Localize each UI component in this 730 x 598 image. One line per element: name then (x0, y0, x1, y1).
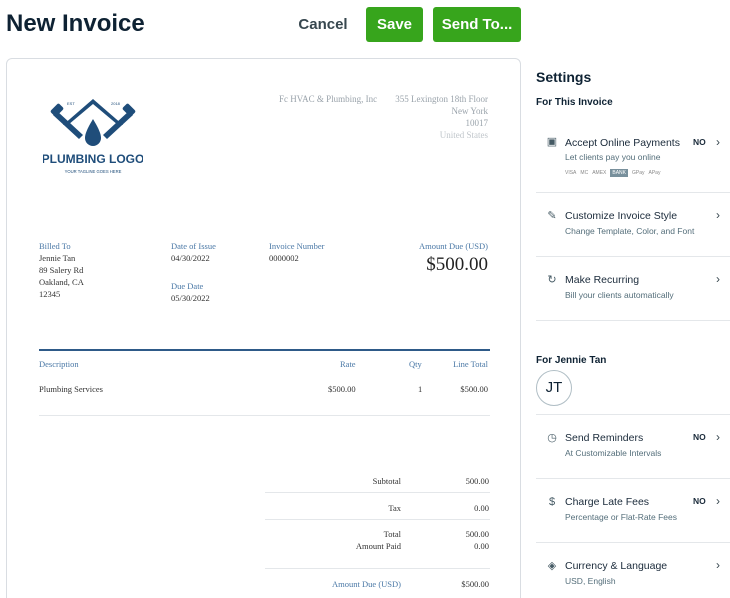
reminders-name: Send Reminders (565, 432, 644, 444)
late-fees-name: Charge Late Fees (565, 496, 650, 508)
late-fees-status: NO (693, 496, 706, 506)
payment-icons: VISA MC AMEX BANK GPay APay (565, 168, 660, 178)
invoice-preview: EST 2018 PLUMBING LOGO YOUR TAGLINE GOES… (6, 58, 521, 598)
total-label: Total (383, 529, 401, 539)
logo-est: EST (67, 101, 75, 106)
final-amount-due-label: Amount Due (USD) (332, 579, 401, 589)
chevron-right-icon: › (716, 208, 720, 222)
cancel-button[interactable]: Cancel (293, 11, 353, 37)
recurring-desc: Bill your clients automatically (565, 290, 674, 300)
subtotal-value: 500.00 (465, 476, 489, 486)
chevron-right-icon: › (716, 135, 720, 149)
date-of-issue-value: 04/30/2022 (171, 253, 210, 263)
currency-name: Currency & Language (565, 560, 668, 572)
avatar[interactable]: JT (536, 370, 572, 406)
style-desc: Change Template, Color, and Font (565, 226, 695, 236)
settings-panel: Settings For This Invoice ▣ Accept Onlin… (536, 0, 730, 598)
currency-desc: USD, English (565, 576, 616, 586)
due-date-value: 05/30/2022 (171, 293, 210, 303)
totals-divider (265, 519, 490, 520)
col-line-total: Line Total (453, 359, 488, 369)
amount-paid-label: Amount Paid (355, 541, 401, 551)
make-recurring-item[interactable]: ↻ Make Recurring Bill your clients autom… (536, 257, 730, 321)
col-description: Description (39, 359, 79, 369)
late-fees-desc: Percentage or Flat-Rate Fees (565, 512, 677, 522)
billed-line: 89 Salery Rd (39, 265, 84, 275)
refresh-icon: ↻ (547, 274, 557, 286)
brush-icon: ✎ (547, 210, 557, 222)
billed-line: Jennie Tan (39, 253, 76, 263)
for-client-label: For Jennie Tan (536, 355, 607, 366)
amex-icon: AMEX (592, 170, 607, 176)
dollar-badge-icon: $ (548, 496, 556, 508)
amount-paid-value: 0.00 (474, 541, 489, 551)
mastercard-icon: MC (580, 170, 589, 176)
row-divider (39, 415, 490, 416)
totals-divider (265, 568, 490, 569)
settings-title: Settings (536, 69, 592, 85)
invoice-number-value: 0000002 (269, 253, 299, 263)
invoice-number-label: Invoice Number (269, 241, 325, 251)
address-line: 355 Lexington 18th Floor (395, 94, 488, 104)
billed-line: Oakland, CA (39, 277, 84, 287)
charge-late-fees-item[interactable]: $ Charge Late Fees Percentage or Flat-Ra… (536, 479, 730, 543)
currency-language-item[interactable]: ◈ Currency & Language USD, English › (536, 543, 730, 598)
chevron-right-icon: › (716, 494, 720, 508)
subtotal-label: Subtotal (372, 476, 401, 486)
billed-line: 12345 (39, 289, 61, 299)
for-this-invoice-label: For This Invoice (536, 97, 613, 108)
alarm-clock-icon: ◷ (547, 432, 557, 444)
row-qty[interactable]: 1 (418, 384, 422, 394)
send-to-button[interactable]: Send To... (433, 7, 521, 42)
recurring-name: Make Recurring (565, 274, 640, 286)
due-date-label: Due Date (171, 281, 204, 291)
bank-icon: BANK (610, 169, 628, 177)
reminders-status: NO (693, 432, 706, 442)
logo-year: 2018 (111, 101, 121, 106)
applepay-icon: APay (648, 170, 661, 176)
send-reminders-item[interactable]: ◷ Send Reminders At Customizable Interva… (536, 415, 730, 479)
page-title: New Invoice (6, 10, 145, 37)
row-description[interactable]: Plumbing Services (39, 384, 103, 394)
credit-card-icon: ▣ (546, 136, 558, 148)
style-name: Customize Invoice Style (565, 210, 678, 222)
reminders-desc: At Customizable Intervals (565, 448, 662, 458)
tax-label[interactable]: Tax (281, 503, 401, 513)
col-rate: Rate (340, 359, 356, 369)
gpay-icon: GPay (631, 170, 645, 176)
address-country: United States (439, 130, 488, 140)
amount-due-value: $500.00 (426, 254, 488, 275)
billed-to-label: Billed To (39, 241, 71, 251)
address-line: 10017 (465, 118, 489, 128)
logo-text: PLUMBING LOGO (43, 152, 143, 166)
online-payments-name: Accept Online Payments (565, 137, 680, 149)
visa-icon: VISA (565, 170, 577, 176)
business-address: 355 Lexington 18th Floor New York 10017 … (395, 93, 488, 141)
save-button[interactable]: Save (366, 7, 423, 42)
table-divider (39, 349, 490, 351)
billed-to-address: Jennie Tan 89 Salery Rd Oakland, CA 1234… (39, 252, 84, 300)
logo-tagline: YOUR TAGLINE GOES HERE (65, 169, 122, 174)
row-rate[interactable]: $500.00 (328, 384, 356, 394)
online-payments-desc: Let clients pay you online (565, 152, 661, 162)
online-payments-status: NO (693, 137, 706, 147)
amount-due-label: Amount Due (USD) (419, 241, 488, 251)
chevron-right-icon: › (716, 558, 720, 572)
final-amount-due-value: $500.00 (461, 579, 489, 589)
globe-icon: ◈ (547, 560, 557, 572)
address-line: New York (451, 106, 488, 116)
row-line-total: $500.00 (460, 384, 488, 394)
col-qty: Qty (409, 359, 422, 369)
customize-invoice-style-item[interactable]: ✎ Customize Invoice Style Change Templat… (536, 193, 730, 257)
date-of-issue-label: Date of Issue (171, 241, 216, 251)
totals-divider (265, 492, 490, 493)
total-value: 500.00 (465, 529, 489, 539)
plumbing-logo: EST 2018 PLUMBING LOGO YOUR TAGLINE GOES… (43, 99, 143, 174)
business-name: Fc HVAC & Plumbing, Inc (279, 94, 378, 104)
accept-online-payments-item[interactable]: ▣ Accept Online Payments Let clients pay… (536, 121, 730, 193)
tax-value: 0.00 (474, 503, 489, 513)
chevron-right-icon: › (716, 272, 720, 286)
chevron-right-icon: › (716, 430, 720, 444)
